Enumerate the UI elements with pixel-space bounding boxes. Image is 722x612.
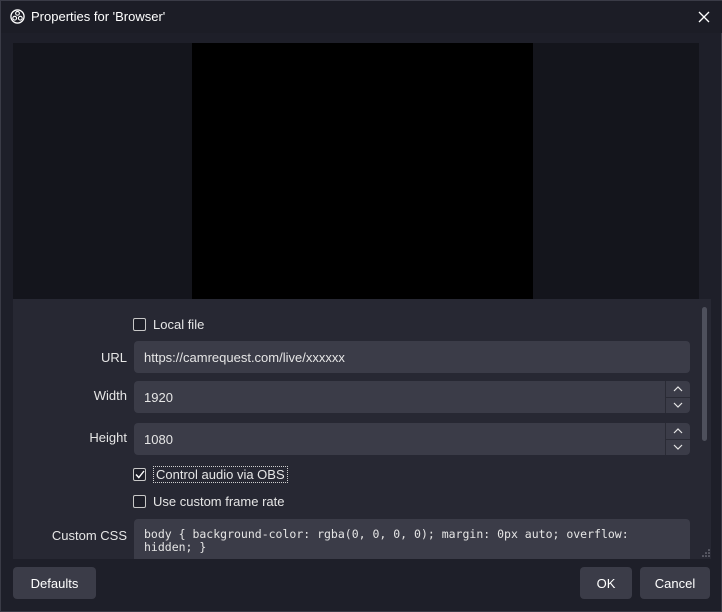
source-preview xyxy=(192,43,533,299)
url-label: URL xyxy=(100,350,127,365)
resize-grip-icon[interactable] xyxy=(702,549,710,557)
custom-frame-rate-checkbox[interactable]: Use custom frame rate xyxy=(133,494,285,509)
height-value: 1080 xyxy=(144,431,173,447)
close-icon xyxy=(698,11,710,23)
chevron-down-icon xyxy=(673,402,683,409)
control-audio-checkbox[interactable]: Control audio via OBS xyxy=(133,466,288,483)
preview-area xyxy=(13,43,699,299)
chevron-down-icon xyxy=(673,444,683,451)
window-title: Properties for 'Browser' xyxy=(31,9,166,24)
width-increment-button[interactable] xyxy=(666,381,690,397)
chevron-up-icon xyxy=(673,385,683,392)
height-increment-button[interactable] xyxy=(666,423,690,439)
local-file-label: Local file xyxy=(153,317,205,332)
height-spinbox[interactable]: 1080 xyxy=(134,423,690,455)
width-spin-buttons xyxy=(665,381,690,413)
checkbox-box[interactable] xyxy=(133,468,146,481)
checkmark-icon xyxy=(134,470,145,479)
chevron-up-icon xyxy=(673,427,683,434)
url-input[interactable]: https://camrequest.com/live/xxxxxx xyxy=(134,341,690,373)
checkbox-box[interactable] xyxy=(133,495,146,508)
url-value: https://camrequest.com/live/xxxxxx xyxy=(144,349,345,365)
local-file-checkbox[interactable]: Local file xyxy=(133,317,204,332)
height-spin-buttons xyxy=(665,423,690,455)
checkbox-box[interactable] xyxy=(133,318,146,331)
scrollbar-thumb[interactable] xyxy=(702,307,707,441)
cancel-button[interactable]: Cancel xyxy=(640,567,710,599)
custom-css-textarea[interactable]: body { background-color: rgba(0, 0, 0, 0… xyxy=(134,519,690,559)
properties-scrollbar[interactable] xyxy=(699,299,711,559)
custom-css-label: Custom CSS xyxy=(51,528,127,543)
control-audio-label: Control audio via OBS xyxy=(153,466,288,483)
ok-button[interactable]: OK xyxy=(580,567,632,599)
close-button[interactable] xyxy=(693,6,715,28)
width-value: 1920 xyxy=(144,389,173,405)
properties-dialog: Properties for 'Browser' Local file URL … xyxy=(0,0,722,612)
height-label: Height xyxy=(89,430,127,445)
width-decrement-button[interactable] xyxy=(666,396,690,414)
custom-frame-rate-label: Use custom frame rate xyxy=(153,494,285,509)
obs-logo-icon xyxy=(10,9,25,24)
title-bar[interactable]: Properties for 'Browser' xyxy=(1,1,722,33)
height-decrement-button[interactable] xyxy=(666,438,690,456)
defaults-button[interactable]: Defaults xyxy=(13,567,96,599)
properties-panel: Local file URL https://camrequest.com/li… xyxy=(13,299,699,559)
width-spinbox[interactable]: 1920 xyxy=(134,381,690,413)
width-label: Width xyxy=(93,388,127,403)
